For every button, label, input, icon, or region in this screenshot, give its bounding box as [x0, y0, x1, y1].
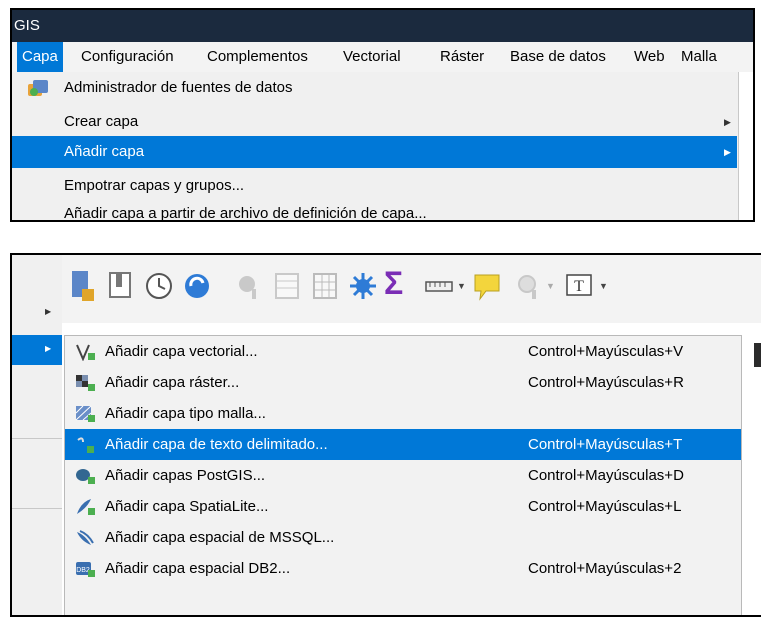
menu-item-crear-capa[interactable]: Crear capa ▶ [12, 106, 737, 138]
statistics-grid-icon[interactable] [310, 269, 340, 305]
menu-raster[interactable]: Ráster [435, 42, 489, 72]
window-title: GIS [14, 17, 40, 34]
menu-item-anadir-capa-partial[interactable]: ▶ [12, 335, 62, 365]
raster-layer-icon [76, 375, 95, 391]
capa-dropdown-partial: ▶ ▶ [12, 255, 62, 615]
submenu-arrow-icon: ▶ [724, 117, 731, 127]
gear-star-icon[interactable] [348, 269, 378, 305]
mssql-icon [77, 530, 94, 545]
identify-icon[interactable] [234, 269, 264, 305]
menu-item-empotrar-capas[interactable]: Empotrar capas y grupos... [12, 170, 737, 202]
menu-web[interactable]: Web [629, 42, 670, 72]
svg-text:DB2: DB2 [76, 567, 90, 574]
submenu-item-raster-layer[interactable]: Añadir capa ráster... Control+Mayúsculas… [65, 367, 741, 398]
submenu-item-vector-layer[interactable]: Añadir capa vectorial... Control+Mayúscu… [65, 336, 741, 367]
toolbar: Σ ▼ ▼ T ▼ [62, 255, 761, 323]
menu-panel-bottom: ▶ ▶ Σ ▼ ▼ T ▼ Añadir capa vectorial... C… [10, 253, 761, 617]
data-source-manager-icon [28, 80, 48, 96]
submenu-item-db2[interactable]: DB2 Añadir capa espacial DB2... Control+… [65, 553, 741, 584]
menu-item-anadir-desde-definicion[interactable]: Añadir capa a partir de archivo de defin… [12, 202, 737, 220]
postgis-icon [76, 469, 95, 484]
submenu-item-spatialite[interactable]: Añadir capa SpatiaLite... Control+Mayúsc… [65, 491, 741, 522]
submenu-item-mssql[interactable]: Añadir capa espacial de MSSQL... [65, 522, 741, 553]
menu-panel-top: GIS Capa Configuración Complementos Vect… [10, 8, 755, 222]
dropdown-arrow-icon[interactable]: ▼ [599, 281, 608, 291]
menu-bar: Capa Configuración Complementos Vectoria… [12, 42, 753, 72]
menu-complementos[interactable]: Complementos [202, 42, 313, 72]
anadir-capa-submenu: Añadir capa vectorial... Control+Mayúscu… [64, 335, 742, 615]
sum-icon[interactable]: Σ [384, 265, 414, 301]
dropdown-arrow-icon[interactable]: ▼ [457, 281, 466, 291]
background-window-strip [738, 72, 753, 220]
capa-dropdown: Administrador de fuentes de datos Crear … [12, 72, 753, 220]
menu-base-de-datos[interactable]: Base de datos [505, 42, 611, 72]
measure-icon[interactable] [424, 269, 454, 305]
clock-icon[interactable] [144, 269, 174, 305]
refresh-icon[interactable] [182, 269, 212, 305]
submenu-item-mesh-layer[interactable]: Añadir capa tipo malla... [65, 398, 741, 429]
zoom-select-icon[interactable] [514, 269, 544, 305]
dropdown-arrow-icon[interactable]: ▼ [546, 281, 555, 291]
submenu-arrow-icon: ▶ [724, 147, 731, 157]
svg-text:T: T [574, 278, 584, 295]
annotation-icon[interactable] [472, 269, 502, 305]
menu-vectorial[interactable]: Vectorial [338, 42, 406, 72]
bookmark-icon[interactable] [106, 269, 136, 305]
delimited-text-icon [77, 437, 94, 453]
text-annotation-icon[interactable]: T [564, 269, 594, 305]
db2-icon: DB2 [76, 562, 95, 577]
menu-item-data-source-manager[interactable]: Administrador de fuentes de datos [12, 72, 737, 104]
menu-item-anadir-capa[interactable]: Añadir capa ▶ [12, 136, 737, 168]
menu-malla[interactable]: Malla [676, 42, 722, 72]
background-window-strip [740, 335, 761, 615]
title-bar: GIS [12, 10, 753, 42]
submenu-item-delimited-text[interactable]: Añadir capa de texto delimitado... Contr… [65, 429, 741, 460]
menu-capa[interactable]: Capa [17, 42, 63, 72]
spatialite-icon [77, 499, 95, 515]
attribute-table-icon[interactable] [272, 269, 302, 305]
vector-layer-icon [76, 344, 95, 361]
new-layer-icon[interactable] [68, 269, 98, 305]
submenu-arrow-icon: ▶ [45, 344, 52, 353]
mesh-layer-icon [75, 405, 95, 422]
submenu-arrow-icon: ▶ [45, 307, 52, 316]
menu-configuracion[interactable]: Configuración [76, 42, 179, 72]
submenu-item-postgis[interactable]: Añadir capas PostGIS... Control+Mayúscul… [65, 460, 741, 491]
